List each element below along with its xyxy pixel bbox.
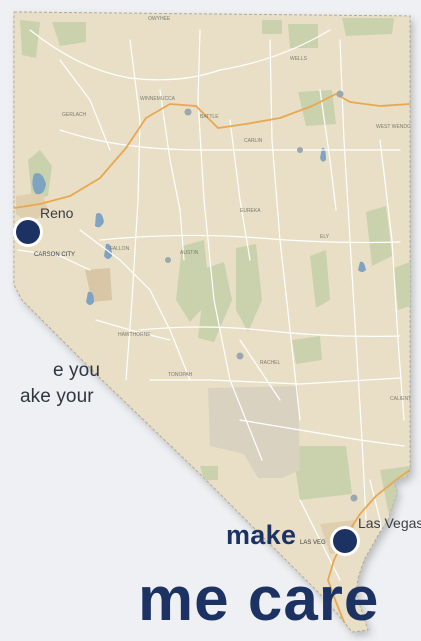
city-label-las-vegas: Las Vegas <box>358 515 421 531</box>
svg-text:HAWTHORNE: HAWTHORNE <box>118 332 151 338</box>
svg-text:CARLIN: CARLIN <box>244 138 263 144</box>
svg-text:CALIENTE: CALIENTE <box>390 396 415 402</box>
svg-text:WELLS: WELLS <box>290 56 308 62</box>
svg-text:TONOPAH: TONOPAH <box>168 372 193 378</box>
city-label-reno: Reno <box>40 205 74 221</box>
svg-text:FALLON: FALLON <box>110 246 130 252</box>
svg-text:GERLACH: GERLACH <box>62 112 87 118</box>
nevada-map[interactable]: OWYHEE WELLS WINNEMUCCA BATTLE WEST WEND… <box>0 0 421 641</box>
svg-text:WEST WENDOVER: WEST WENDOVER <box>376 124 421 130</box>
city-label-las-vegas-small: LAS VEG <box>300 540 326 546</box>
intro-text-line-2: ake your <box>20 386 94 407</box>
svg-text:ELY: ELY <box>320 234 330 240</box>
svg-text:WINNEMUCCA: WINNEMUCCA <box>140 96 176 102</box>
intro-text-line-1: e you <box>53 360 100 381</box>
svg-text:OWYHEE: OWYHEE <box>148 16 171 22</box>
page: OWYHEE WELLS WINNEMUCCA BATTLE WEST WEND… <box>0 0 421 641</box>
heading-small: make <box>226 520 297 550</box>
svg-text:RACHEL: RACHEL <box>260 360 281 366</box>
svg-text:BATTLE: BATTLE <box>200 114 219 120</box>
marker-las-vegas[interactable] <box>330 526 360 556</box>
marker-reno[interactable] <box>13 217 43 247</box>
svg-text:EUREKA: EUREKA <box>240 208 261 214</box>
city-label-carson-city: CARSON CITY <box>34 252 75 258</box>
svg-text:AUSTIN: AUSTIN <box>180 250 199 256</box>
heading-large: me care <box>138 565 380 634</box>
